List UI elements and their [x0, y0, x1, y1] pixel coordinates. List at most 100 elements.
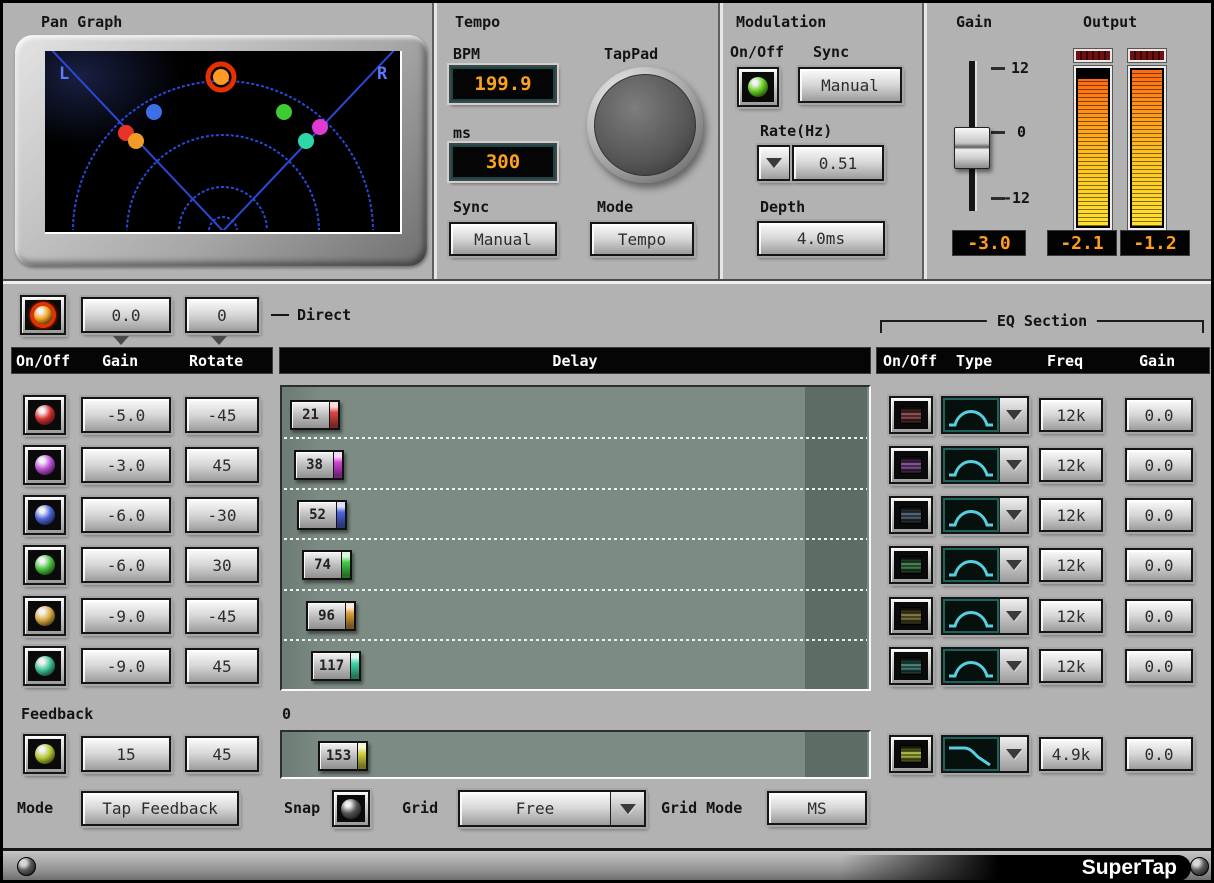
- tap-columns-header: On/Off Gain Rotate: [11, 347, 273, 374]
- tap5-gain-button[interactable]: -9.0: [81, 598, 171, 634]
- mode-button[interactable]: Tap Feedback: [81, 791, 239, 826]
- tap5-rotate-button[interactable]: -45: [185, 598, 259, 634]
- direct-gain-button[interactable]: 0.0: [81, 297, 171, 333]
- eq1-onoff-button[interactable]: [889, 396, 933, 434]
- tap1-gain-button[interactable]: -5.0: [81, 397, 171, 433]
- feedback-gain-button[interactable]: 15: [81, 736, 171, 772]
- chevron-down-icon: [999, 498, 1027, 532]
- eq-feedback-onoff-button[interactable]: [889, 735, 933, 773]
- tap2-rotate-button[interactable]: 45: [185, 447, 259, 483]
- eq5-gain-button[interactable]: 0.0: [1125, 599, 1193, 633]
- direct-rotate-button[interactable]: 0: [185, 297, 259, 333]
- feedback-rotate-button[interactable]: 45: [185, 736, 259, 772]
- selected-led-icon: [34, 306, 52, 324]
- delay-handle-feedback[interactable]: 153: [318, 741, 368, 771]
- divider: [3, 279, 1214, 284]
- depth-button[interactable]: 4.0ms: [757, 221, 885, 256]
- mod-onoff-button[interactable]: [737, 67, 779, 107]
- tap2-gain-button[interactable]: -3.0: [81, 447, 171, 483]
- eq2-gain-button[interactable]: 0.0: [1125, 448, 1193, 482]
- tap4-rotate-button[interactable]: 30: [185, 547, 259, 583]
- tap1-rotate-button[interactable]: -45: [185, 397, 259, 433]
- snap-button[interactable]: [332, 790, 370, 827]
- tempo-sync-button[interactable]: Manual: [449, 222, 557, 256]
- eq3-type-dropdown[interactable]: [941, 496, 1029, 534]
- tap6-onoff-button[interactable]: [23, 646, 66, 686]
- tap4-onoff-button[interactable]: [23, 545, 66, 585]
- feedback-track-panel[interactable]: 153: [280, 730, 871, 779]
- tappad-knob[interactable]: [587, 67, 703, 183]
- bell-curve-icon: [943, 599, 999, 633]
- tap6-gain-button[interactable]: -9.0: [81, 648, 171, 684]
- eq1-freq-button[interactable]: 12k: [1039, 398, 1103, 432]
- amber-led-icon: [35, 606, 55, 626]
- eq6-type-dropdown[interactable]: [941, 647, 1029, 685]
- column-marker-icon: [211, 336, 227, 345]
- divider: [922, 3, 927, 280]
- rate-value-button[interactable]: 0.51: [792, 145, 884, 181]
- tap1-onoff-button[interactable]: [23, 395, 66, 435]
- pan-graph-display[interactable]: L R: [45, 51, 402, 234]
- eq3-freq-button[interactable]: 12k: [1039, 498, 1103, 532]
- bell-curve-icon: [943, 448, 999, 482]
- rate-dropdown-arrow[interactable]: [757, 145, 791, 181]
- yellow-led-icon: [35, 744, 55, 764]
- eq5-freq-button[interactable]: 12k: [1039, 599, 1103, 633]
- eq4-freq-button[interactable]: 12k: [1039, 548, 1103, 582]
- output-left-value: -2.1: [1047, 230, 1117, 256]
- mode-label: Mode: [17, 799, 53, 817]
- clip-indicator-left[interactable]: [1073, 48, 1113, 63]
- tap3-gain-button[interactable]: -6.0: [81, 497, 171, 533]
- eq2-type-dropdown[interactable]: [941, 446, 1029, 484]
- eq-feedback-gain-button[interactable]: 0.0: [1125, 737, 1193, 771]
- eq-feedback-type-dropdown[interactable]: [941, 735, 1029, 773]
- tap-row-6: -9.0 45 12k 0.0: [3, 646, 1214, 688]
- pan-dot-tap-3: [146, 104, 162, 120]
- bpm-display[interactable]: 199.9: [449, 65, 557, 103]
- eq4-gain-button[interactable]: 0.0: [1125, 548, 1193, 582]
- led-well: [742, 72, 774, 102]
- eq6-freq-button[interactable]: 12k: [1039, 649, 1103, 683]
- gain-value-display: -3.0: [952, 230, 1026, 256]
- eq-led-icon: [900, 745, 922, 763]
- tempo-mode-button[interactable]: Tempo: [590, 222, 694, 256]
- grid-label: Grid: [402, 799, 438, 817]
- gain-fader-handle[interactable]: [954, 127, 990, 169]
- eq2-onoff-button[interactable]: [889, 446, 933, 484]
- tap-row-1: -5.0 -45 12k 0.0: [3, 395, 1214, 437]
- tap4-gain-button[interactable]: -6.0: [81, 547, 171, 583]
- direct-onoff-button[interactable]: [20, 295, 66, 335]
- grid-mode-button[interactable]: MS: [767, 791, 867, 825]
- eq5-type-dropdown[interactable]: [941, 597, 1029, 635]
- eq3-gain-button[interactable]: 0.0: [1125, 498, 1193, 532]
- eq6-onoff-button[interactable]: [889, 647, 933, 685]
- supertap-plugin-window: Pan Graph L R: [0, 0, 1214, 883]
- green-led-icon: [748, 77, 768, 97]
- eq1-type-dropdown[interactable]: [941, 396, 1029, 434]
- clip-indicator-right[interactable]: [1127, 48, 1167, 63]
- mod-sync-button[interactable]: Manual: [798, 67, 902, 103]
- tap6-rotate-button[interactable]: 45: [185, 648, 259, 684]
- eq6-gain-button[interactable]: 0.0: [1125, 649, 1193, 683]
- chevron-down-icon: [999, 599, 1027, 633]
- eq3-onoff-button[interactable]: [889, 496, 933, 534]
- eq5-onoff-button[interactable]: [889, 597, 933, 635]
- eq2-freq-button[interactable]: 12k: [1039, 448, 1103, 482]
- tap2-onoff-button[interactable]: [23, 445, 66, 485]
- left-channel-label: L: [59, 64, 69, 84]
- tap3-rotate-button[interactable]: -30: [185, 497, 259, 533]
- chevron-down-icon: [999, 548, 1027, 582]
- eq1-gain-button[interactable]: 0.0: [1125, 398, 1193, 432]
- tap5-onoff-button[interactable]: [23, 596, 66, 636]
- led-well: [25, 300, 61, 330]
- eq4-onoff-button[interactable]: [889, 546, 933, 584]
- eq-led-icon: [900, 456, 922, 474]
- eq4-type-dropdown[interactable]: [941, 546, 1029, 584]
- tap3-onoff-button[interactable]: [23, 495, 66, 535]
- feedback-onoff-button[interactable]: [23, 734, 66, 774]
- eq-feedback-freq-button[interactable]: 4.9k: [1039, 737, 1103, 771]
- eq-section-title: EQ Section: [987, 312, 1097, 330]
- ms-display[interactable]: 300: [449, 143, 557, 181]
- header-gain: Gain: [102, 352, 138, 370]
- grid-dropdown[interactable]: Free: [458, 790, 646, 827]
